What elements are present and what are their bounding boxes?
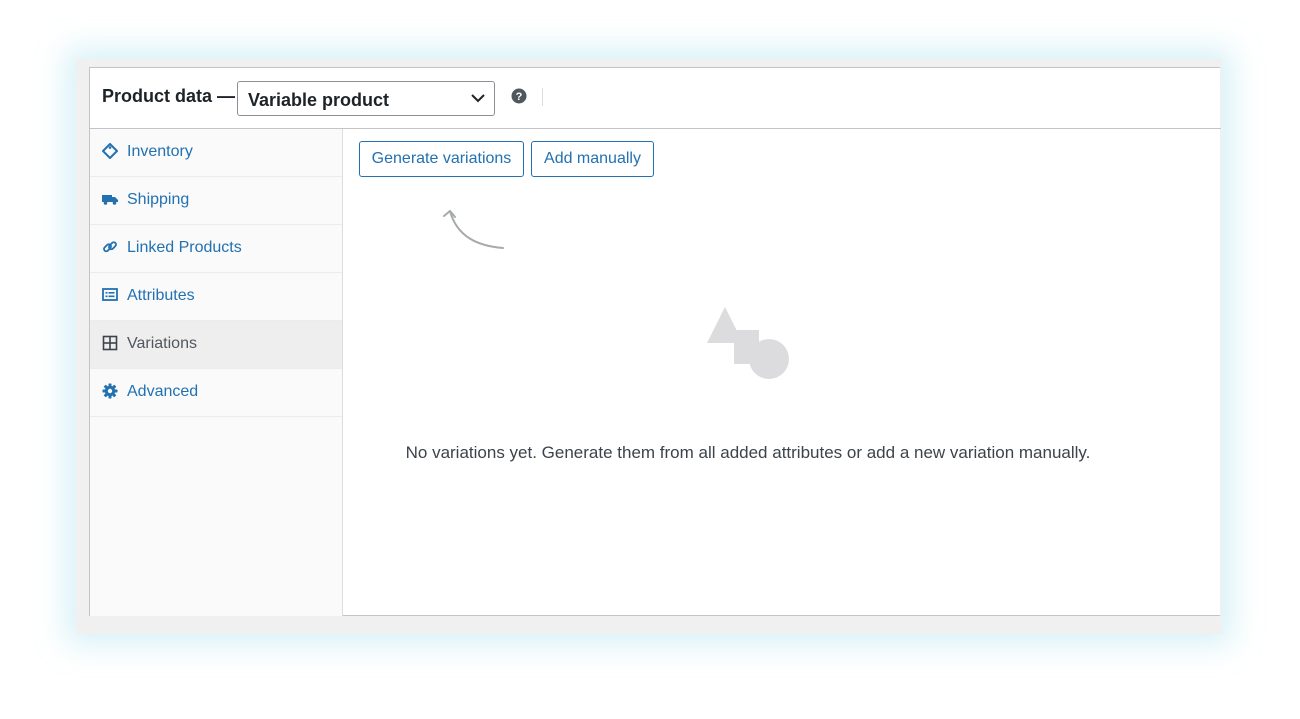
svg-text:?: ? [516,91,523,103]
chevron-down-icon [471,94,485,103]
tab-label: Inventory [127,143,193,160]
header-divider [542,88,543,106]
curved-arrow-icon [443,210,504,249]
generate-variations-button[interactable]: Generate variations [359,141,524,177]
tab-label: Linked Products [127,239,242,256]
tab-label: Attributes [127,287,195,304]
link-icon [103,241,117,253]
tab-label: Shipping [127,191,190,208]
product-data-title: Product data — [102,86,236,106]
variations-panel: Generate variations Add manually No vari… [343,129,1221,616]
product-data-header: Product data — Variable product ? [90,68,1221,129]
truck-icon [102,195,118,205]
add-manually-button[interactable]: Add manually [531,141,654,177]
tab-label: Advanced [127,383,199,400]
grid-icon [102,335,118,351]
shapes-icon [707,307,789,379]
product-type-value: Variable product [248,90,390,110]
tag-icon [102,143,118,159]
tab-advanced[interactable]: Advanced [90,369,342,417]
product-data-panel: Product data — Variable product ? Invent… [89,67,1221,616]
tab-shipping[interactable]: Shipping [90,177,342,225]
product-data-tabs: Inventory Shipping Linked Products Attri… [90,129,343,616]
empty-state-message: No variations yet. Generate them from al… [405,443,1091,462]
gear-icon [102,383,118,399]
tab-label: Variations [127,335,197,352]
tab-linked-products[interactable]: Linked Products [90,225,342,273]
list-view-icon [102,288,118,301]
tab-inventory[interactable]: Inventory [90,129,342,177]
tab-attributes[interactable]: Attributes [90,273,342,321]
tab-variations[interactable]: Variations [90,321,342,369]
question-circle-icon[interactable]: ? [511,88,527,104]
product-type-select[interactable]: Variable product [237,81,495,116]
